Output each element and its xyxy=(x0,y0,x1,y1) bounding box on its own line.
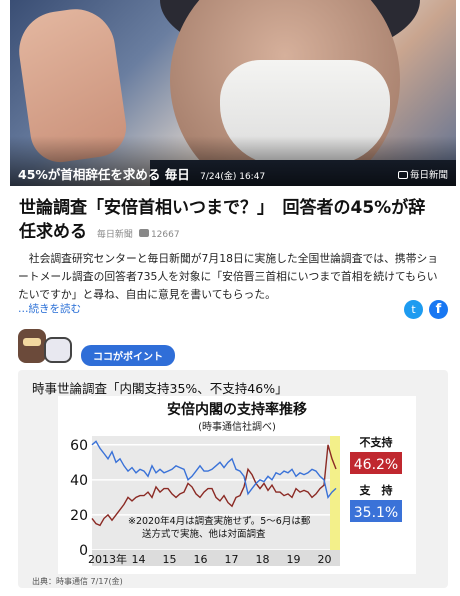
chart-note-line1: ※2020年4月は調査実施せず。5〜6月は郵 xyxy=(128,515,311,527)
camera-icon xyxy=(397,171,408,179)
point-button[interactable]: ココがポイント xyxy=(81,345,175,366)
mascot-left xyxy=(18,329,46,363)
read-more-link[interactable]: …続きを読む xyxy=(18,301,81,316)
x-tick-label: 14 xyxy=(132,553,146,566)
y-tick-label: 40 xyxy=(70,473,88,489)
y-tick-label: 20 xyxy=(70,508,88,524)
x-tick-label: 15 xyxy=(163,553,177,566)
twitter-icon[interactable]: t xyxy=(404,300,423,319)
facebook-icon[interactable]: f xyxy=(429,300,448,319)
article-title: 世論調査「安倍首相いつまで？」 回答者の45%が辞任求める 毎日新聞 12667 xyxy=(19,196,439,247)
mascot-icon xyxy=(18,327,78,365)
y-tick-label: 0 xyxy=(79,543,88,559)
photo-credit: 毎日新聞 xyxy=(397,167,448,181)
hero-caption: 45%が首相辞任を求める 毎日 7/24(金) 16:47 xyxy=(18,164,265,183)
approval-chart: 安倍内閣の支持率推移 (時事通信社調べ) 0 20 40 60 ※2020年4月は調査実… xyxy=(58,396,416,574)
hero-photo[interactable] xyxy=(10,0,456,186)
legend-name: 支 持 xyxy=(359,483,393,497)
y-tick-label: 60 xyxy=(70,438,88,454)
x-tick-label: 16 xyxy=(194,553,208,566)
card-source: 出典：時事通信 7/17(金) xyxy=(32,577,123,586)
article-title-text: 世論調査「安倍首相いつまで？」 回答者の45%が辞任求める xyxy=(19,198,426,242)
chart-title: 安倍内閣の支持率推移 xyxy=(167,401,307,418)
comment-icon xyxy=(138,229,149,237)
x-axis-band xyxy=(92,550,340,566)
mascot-right xyxy=(44,337,72,363)
hero-caption-text: 45%が首相辞任を求める 毎日 xyxy=(18,167,190,182)
article-body: 社会調査研究センターと毎日新聞が7月18日に実施した全国世論調査では、携帯ショー… xyxy=(18,252,439,301)
article-source: 毎日新聞 xyxy=(96,230,133,240)
legend-value: 35.1% xyxy=(354,505,398,521)
x-tick-label: 2013年 xyxy=(88,552,127,566)
chart-note-line2: 送方式で実施、他は対面調査 xyxy=(142,528,266,540)
legend-name: 不支持 xyxy=(360,435,393,449)
point-card-title: 時事世論調査「内閣支持35%、不支持46%」 xyxy=(32,381,288,396)
hero-date: 7/24(金) 16:47 xyxy=(200,172,266,182)
x-tick-label: 18 xyxy=(256,553,270,566)
legend-value: 46.2% xyxy=(354,457,398,473)
photo-credit-label: 毎日新聞 xyxy=(409,170,448,181)
x-tick-label: 17 xyxy=(225,553,239,566)
article-page: 45%が首相辞任を求める 毎日 7/24(金) 16:47 毎日新聞 世論調査「… xyxy=(0,0,460,596)
comment-count[interactable]: 12667 xyxy=(151,230,180,240)
x-tick-label: 20 xyxy=(318,553,332,566)
chart-subtitle: (時事通信社調べ) xyxy=(198,420,276,433)
x-tick-label: 19 xyxy=(287,553,301,566)
